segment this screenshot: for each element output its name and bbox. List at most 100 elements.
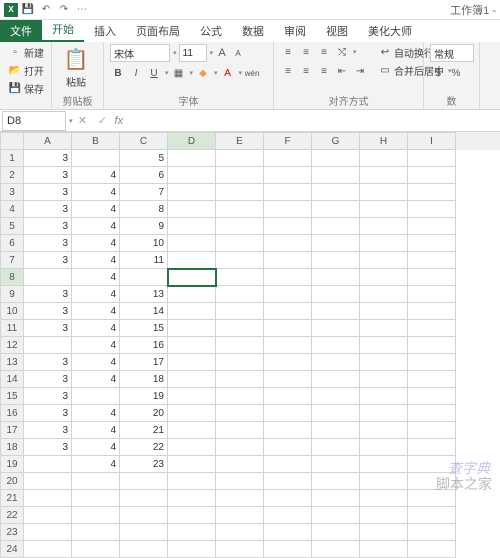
row-header[interactable]: 10 (0, 303, 24, 320)
cell[interactable] (216, 490, 264, 507)
cell[interactable] (360, 422, 408, 439)
cell[interactable] (168, 184, 216, 201)
row-header[interactable]: 5 (0, 218, 24, 235)
row-header[interactable]: 13 (0, 354, 24, 371)
cell[interactable] (72, 507, 120, 524)
cell[interactable] (408, 405, 456, 422)
cell[interactable] (264, 524, 312, 541)
cell[interactable] (264, 201, 312, 218)
cell[interactable] (168, 337, 216, 354)
tab-insert[interactable]: 插入 (84, 20, 126, 42)
row-header[interactable]: 9 (0, 286, 24, 303)
open-button[interactable]: 📂打开 (6, 62, 47, 79)
row-header[interactable]: 24 (0, 541, 24, 558)
cell[interactable] (24, 456, 72, 473)
name-box[interactable]: D8 (2, 111, 66, 131)
cell[interactable] (264, 371, 312, 388)
cell[interactable] (360, 320, 408, 337)
cell[interactable] (360, 490, 408, 507)
cell[interactable] (360, 473, 408, 490)
cell[interactable] (120, 490, 168, 507)
paste-button[interactable]: 📋粘贴 (58, 44, 94, 92)
cell[interactable] (168, 269, 216, 286)
cell[interactable]: 14 (120, 303, 168, 320)
cell[interactable] (408, 439, 456, 456)
cell[interactable]: 3 (24, 371, 72, 388)
cell[interactable] (168, 507, 216, 524)
cell[interactable] (312, 218, 360, 235)
cell[interactable]: 6 (120, 167, 168, 184)
cell[interactable] (72, 473, 120, 490)
qat-more-icon[interactable]: ⋯ (74, 2, 90, 18)
cell[interactable] (408, 337, 456, 354)
cell[interactable] (216, 439, 264, 456)
cell[interactable] (216, 456, 264, 473)
chevron-down-icon[interactable]: ▾ (173, 49, 177, 57)
cell[interactable] (24, 337, 72, 354)
cell[interactable] (264, 541, 312, 558)
cell[interactable] (120, 269, 168, 286)
cell[interactable] (312, 252, 360, 269)
cell[interactable] (360, 218, 408, 235)
cell[interactable] (408, 422, 456, 439)
cell[interactable] (360, 269, 408, 286)
cell[interactable] (264, 320, 312, 337)
cell[interactable] (360, 252, 408, 269)
cell[interactable] (360, 337, 408, 354)
cancel-icon[interactable]: ✕ (73, 111, 93, 131)
indent-inc-icon[interactable]: ⇥ (352, 63, 368, 79)
cell[interactable] (264, 473, 312, 490)
cell[interactable] (216, 167, 264, 184)
cell[interactable] (24, 541, 72, 558)
column-header[interactable]: G (312, 132, 360, 150)
cell[interactable] (408, 320, 456, 337)
cell[interactable] (168, 541, 216, 558)
cell[interactable] (312, 269, 360, 286)
bold-button[interactable]: B (110, 65, 126, 81)
cell[interactable]: 15 (120, 320, 168, 337)
cell[interactable] (72, 490, 120, 507)
cell[interactable] (120, 524, 168, 541)
cell[interactable] (360, 456, 408, 473)
cell[interactable] (312, 235, 360, 252)
column-header[interactable]: I (408, 132, 456, 150)
cell[interactable] (264, 422, 312, 439)
column-header[interactable]: D (168, 132, 216, 150)
cell[interactable] (168, 218, 216, 235)
cell[interactable]: 17 (120, 354, 168, 371)
cell[interactable] (120, 541, 168, 558)
cell[interactable] (168, 167, 216, 184)
enter-icon[interactable]: ✓ (93, 111, 113, 131)
cell[interactable] (216, 473, 264, 490)
column-header[interactable]: H (360, 132, 408, 150)
row-header[interactable]: 19 (0, 456, 24, 473)
decrease-font-icon[interactable]: A (231, 46, 245, 60)
cell[interactable] (408, 235, 456, 252)
cell[interactable] (264, 337, 312, 354)
cell[interactable]: 4 (72, 354, 120, 371)
cell[interactable]: 3 (24, 252, 72, 269)
cell[interactable]: 13 (120, 286, 168, 303)
cell[interactable] (216, 269, 264, 286)
cell[interactable] (216, 235, 264, 252)
align-center-icon[interactable]: ≡ (298, 63, 314, 79)
cell[interactable] (264, 167, 312, 184)
cell[interactable]: 9 (120, 218, 168, 235)
row-header[interactable]: 23 (0, 524, 24, 541)
cell[interactable] (168, 490, 216, 507)
cell[interactable] (168, 405, 216, 422)
font-name-select[interactable]: 宋体 (110, 44, 170, 62)
cell[interactable] (408, 286, 456, 303)
row-header[interactable]: 1 (0, 150, 24, 167)
cell[interactable] (360, 286, 408, 303)
cell[interactable] (312, 371, 360, 388)
font-size-select[interactable]: 11 (179, 44, 207, 62)
row-header[interactable]: 3 (0, 184, 24, 201)
cell[interactable] (72, 150, 120, 167)
cell[interactable] (72, 541, 120, 558)
cell[interactable] (168, 201, 216, 218)
cell[interactable] (168, 473, 216, 490)
cell[interactable] (120, 473, 168, 490)
column-header[interactable]: B (72, 132, 120, 150)
cell[interactable] (216, 218, 264, 235)
